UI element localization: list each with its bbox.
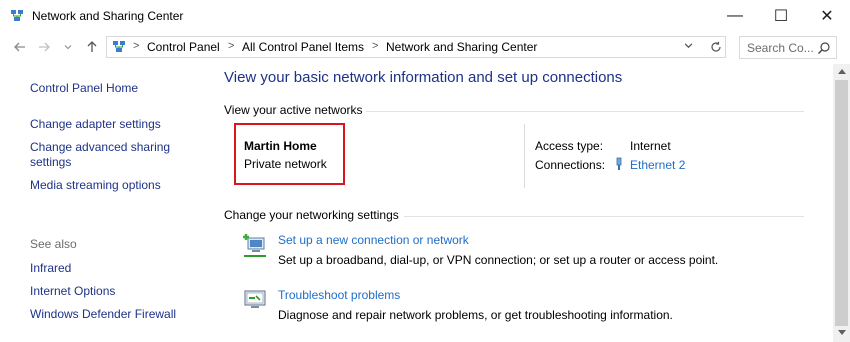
divider	[366, 111, 804, 112]
network-icon	[11, 10, 23, 21]
setup-connection-link[interactable]: Set up a new connection or network	[278, 233, 469, 247]
close-button[interactable]: ✕	[804, 0, 850, 32]
access-type-value: Internet	[630, 139, 671, 153]
ethernet-connection-link[interactable]: Ethernet 2	[630, 158, 685, 172]
scroll-down-button[interactable]	[833, 326, 850, 340]
network-highlight-box	[234, 123, 345, 185]
troubleshoot-icon	[244, 290, 266, 308]
network-name: Martin Home	[244, 139, 317, 153]
active-networks-heading: View your active networks	[224, 103, 363, 117]
see-also-firewall[interactable]: Windows Defender Firewall	[30, 307, 176, 321]
breadcrumb-separator: >	[372, 40, 379, 52]
breadcrumb-all-items[interactable]: All Control Panel Items	[242, 40, 364, 54]
scroll-up-icon	[837, 69, 846, 74]
scroll-up-button[interactable]	[833, 64, 850, 78]
scroll-thumb[interactable]	[835, 80, 848, 326]
see-also-heading: See also	[30, 237, 77, 251]
setup-connection-description: Set up a broadband, dial-up, or VPN conn…	[278, 253, 719, 267]
troubleshoot-link[interactable]: Troubleshoot problems	[278, 288, 400, 302]
sidebar-media-streaming[interactable]: Media streaming options	[30, 178, 161, 192]
control-panel-icon	[113, 41, 125, 52]
back-button[interactable]	[12, 39, 28, 55]
refresh-icon	[711, 41, 721, 52]
connections-label: Connections:	[535, 158, 606, 172]
divider	[524, 124, 525, 188]
breadcrumb-control-panel[interactable]: Control Panel	[147, 40, 220, 54]
sidebar-change-sharing[interactable]: Change advanced sharing settings	[30, 140, 200, 170]
up-button[interactable]	[84, 39, 100, 55]
arrow-right-icon	[39, 42, 50, 52]
maximize-button[interactable]: ☐	[758, 0, 804, 32]
recent-locations-button[interactable]	[62, 39, 74, 55]
breadcrumb-network-center[interactable]: Network and Sharing Center	[386, 40, 537, 54]
window-title: Network and Sharing Center	[32, 9, 184, 23]
troubleshoot-description: Diagnose and repair network problems, or…	[278, 308, 673, 322]
chevron-down-icon	[64, 45, 72, 50]
sidebar-control-panel-home[interactable]: Control Panel Home	[30, 81, 138, 95]
search-icon[interactable]	[817, 41, 831, 55]
address-history-button[interactable]	[684, 41, 693, 52]
scroll-down-icon	[837, 330, 846, 335]
page-title: View your basic network information and …	[224, 69, 623, 86]
refresh-button[interactable]	[706, 37, 726, 57]
connections-value[interactable]: Ethernet 2	[630, 158, 685, 172]
network-category[interactable]: Private network	[244, 157, 327, 171]
breadcrumb-separator: >	[133, 40, 140, 52]
breadcrumb-separator: >	[228, 40, 235, 52]
search-placeholder: Search Co...	[747, 41, 814, 55]
chevron-down-icon	[684, 43, 693, 49]
arrow-up-icon	[87, 41, 97, 52]
minimize-button[interactable]: —	[712, 0, 758, 32]
arrow-left-icon	[14, 42, 25, 52]
access-type-label: Access type:	[535, 139, 604, 153]
see-also-internet-options[interactable]: Internet Options	[30, 284, 115, 298]
see-also-infrared[interactable]: Infrared	[30, 261, 71, 275]
forward-button[interactable]	[36, 39, 52, 55]
ethernet-icon	[616, 157, 622, 170]
divider	[404, 216, 804, 217]
new-connection-icon	[243, 234, 266, 257]
change-settings-heading: Change your networking settings	[224, 208, 399, 222]
sidebar-change-adapter[interactable]: Change adapter settings	[30, 117, 161, 131]
